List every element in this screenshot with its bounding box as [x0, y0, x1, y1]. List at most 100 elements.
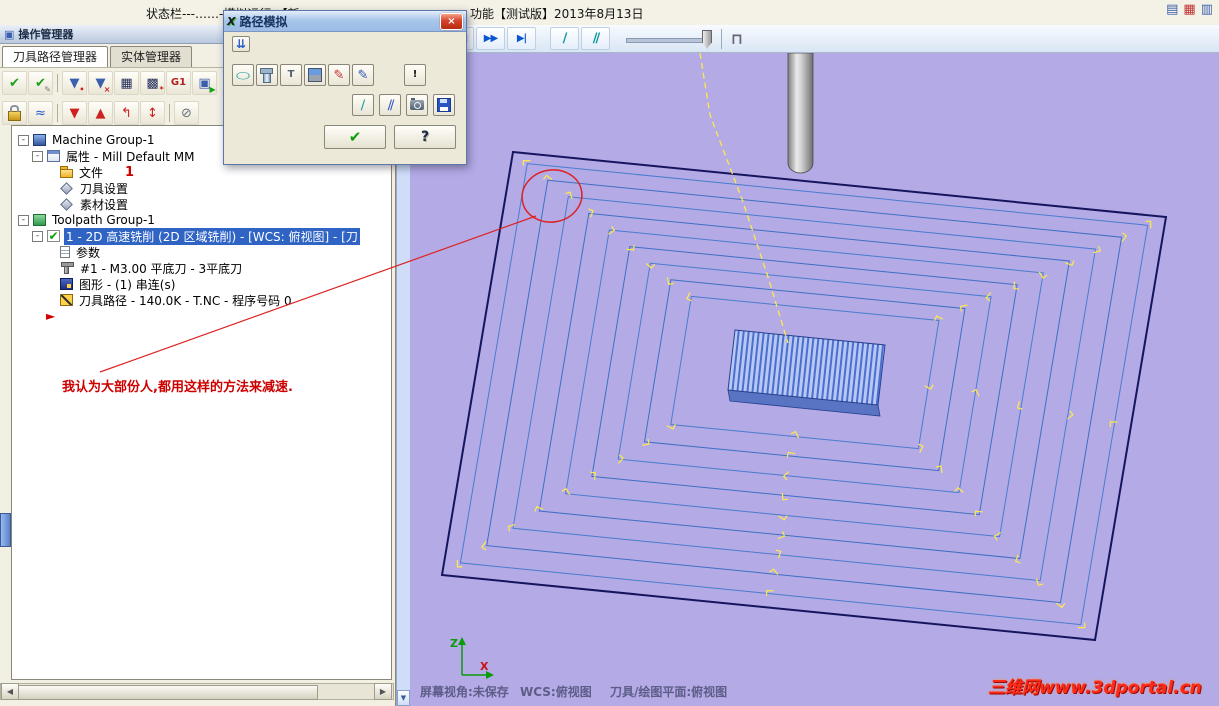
toggle-display-icon: ≈ [35, 105, 46, 121]
filter-off-button[interactable]: ▼ × [88, 71, 113, 95]
graphics-area: |◀◀◀▶▶▶| ∕∕∕ ⊓ [410, 25, 1219, 706]
horizontal-scroll-thumb[interactable] [18, 685, 318, 700]
regen-all-icon: ▩ * [146, 75, 164, 94]
tree-item-parameters[interactable]: 参数 [12, 244, 391, 260]
move-up-icon: ▲ [95, 105, 106, 121]
trace-mode-icon: ✎ [333, 67, 345, 83]
play-button[interactable]: ▶▶ [476, 27, 505, 50]
tree-label: 文件 [79, 165, 104, 180]
slash-display-button[interactable]: ∕ [352, 94, 374, 116]
retract-mark [1093, 245, 1101, 254]
scroll-left-icon[interactable]: ◀ [1, 683, 19, 700]
window-layout-icon[interactable]: ▥ [1201, 3, 1213, 16]
tree-expander-icon[interactable]: - [18, 214, 29, 226]
tree-item-tool[interactable]: #1 - M3.00 平底刀 - 3平底刀 [12, 260, 391, 276]
tree-item-tool-settings[interactable]: 刀具设置 [12, 180, 391, 196]
clamp-icon[interactable]: ⊓ [731, 30, 743, 48]
speed-slider[interactable] [626, 29, 712, 49]
help-button[interactable]: ? [394, 125, 456, 149]
regen-selected-button[interactable]: ▦ [114, 71, 139, 95]
regen-all-button[interactable]: ▩ * [140, 71, 165, 95]
toolpath-group-icon [33, 214, 46, 226]
show-tool-icon [260, 67, 273, 83]
tree-item-stock-settings[interactable]: 素材设置 [12, 196, 391, 212]
show-rapid-button[interactable] [304, 64, 326, 86]
tree-expander-icon[interactable]: - [18, 134, 29, 146]
separator [169, 104, 170, 122]
window-grid-icon[interactable]: ▤ [1166, 3, 1178, 16]
tool-settings-icon [60, 182, 73, 195]
slider-thumb[interactable] [702, 29, 712, 49]
tree-expander-icon[interactable]: - [32, 150, 43, 162]
expand-options-button[interactable]: ⇊ [232, 36, 250, 52]
filter-off-icon-badge: × [103, 84, 111, 94]
select-all-button[interactable]: ✔ [2, 71, 27, 95]
insert-return-button[interactable]: ↰ [114, 101, 139, 125]
stock-settings-icon [60, 198, 73, 211]
tree-label: #1 - M3.00 平底刀 - 3平底刀 [80, 261, 243, 276]
axis-gnomon: Z X [450, 637, 494, 679]
tree-item-geometry[interactable]: 图形 - (1) 串连(s) [12, 276, 391, 292]
lock-icon [8, 105, 21, 121]
toggle-display-button[interactable]: ≈ [28, 101, 53, 125]
go-end-button[interactable]: ▶| [507, 27, 536, 50]
toolpath-viewport[interactable]: Z X 屏幕视角:未保存 WCS:俯视图 刀具/绘图平面:俯视图 三维网www.… [410, 53, 1219, 706]
filter-off-icon: ▼ × [95, 75, 111, 94]
loop-mode-icon: ◯ [235, 70, 251, 80]
show-holder-button[interactable]: T [280, 64, 302, 86]
tree-label: Toolpath Group-1 [52, 213, 155, 227]
details-button[interactable]: ! [404, 64, 426, 86]
draw-mode-button[interactable]: ✎ [352, 64, 374, 86]
tree-item-toolpath-group[interactable]: - Toolpath Group-1 [12, 212, 391, 228]
tree-item-toolpath[interactable]: 刀具路径 - 140.0K - T.NC - 程序号码 0 [12, 292, 391, 308]
trace-mode-button[interactable]: ✎ [328, 64, 350, 86]
watermark: 三维网www.3dportal.cn [988, 678, 1202, 698]
status-plane: 刀具/绘图平面:俯视图 [610, 685, 728, 699]
hatch-display-icon: ∕∕ [387, 97, 395, 113]
viewport-canvas: Z X [440, 53, 1168, 679]
scroll-down-icon[interactable]: ▼ [397, 690, 410, 706]
hatch-display-button[interactable]: ∕∕ [379, 94, 401, 116]
lock-button[interactable] [2, 101, 27, 125]
snapshot-button[interactable] [406, 94, 428, 116]
tree-item-operation-1[interactable]: - ✔ 1 - 2D 高速铣削 (2D 区域铣削) - [WCS: 俯视图] - [… [12, 227, 391, 245]
no-display-button[interactable]: ⊘ [174, 101, 199, 125]
tab-toolpath-manager[interactable]: 刀具路径管理器 [2, 46, 109, 67]
toolpath-file-icon [60, 294, 73, 306]
scroll-insert-button[interactable]: ↕ [140, 101, 165, 125]
scroll-right-icon[interactable]: ▶ [374, 683, 392, 700]
chevron-double-down-icon: ⇊ [235, 37, 247, 51]
docked-panel-tab[interactable] [0, 513, 11, 547]
tree-label: 属性 - Mill Default MM [66, 149, 195, 164]
tab-solids-manager[interactable]: 实体管理器 [110, 46, 193, 67]
tree-item-insert-position[interactable]: ► [12, 308, 391, 324]
horizontal-scrollbar[interactable]: ◀ ▶ [0, 683, 394, 700]
tree-label: 素材设置 [80, 197, 129, 212]
show-tool-button[interactable] [256, 64, 278, 86]
verify-button[interactable]: ▣ ▶ [192, 71, 217, 95]
backplot-hatch-button[interactable]: ∕∕ [581, 27, 610, 50]
select-edit-button[interactable]: ✔ ✎ [28, 71, 53, 95]
backplot-slash-icon: ∕ [562, 31, 568, 46]
move-down-button[interactable]: ▼ [62, 101, 87, 125]
geometry-icon [60, 278, 73, 290]
loop-mode-button[interactable]: ◯ [232, 64, 254, 86]
rapid-move-path [699, 53, 789, 344]
g1-post-button[interactable]: G1 [166, 71, 191, 95]
dialog-body: ⇊ ◯ T ✎ ✎! ∕ ∕∕ ✔ ? [224, 32, 466, 153]
window-split-icon[interactable]: ▦ [1183, 3, 1195, 16]
dialog-titlebar[interactable]: X 路径模拟 × [224, 11, 466, 32]
move-up-button[interactable]: ▲ [88, 101, 113, 125]
tree-expander-icon[interactable]: - [32, 230, 43, 242]
filter-button[interactable]: ▼ • [62, 71, 87, 95]
tree-item-files[interactable]: 文件 1 [12, 164, 391, 180]
verify-icon-badge: ▶ [209, 84, 216, 94]
insert-position-icon: ► [46, 309, 56, 323]
tree-label: 刀具设置 [80, 181, 129, 196]
tree-label: 刀具路径 - 140.0K - T.NC - 程序号码 0 [79, 293, 292, 308]
backplot-slash-button[interactable]: ∕ [550, 27, 579, 50]
close-button[interactable]: × [440, 12, 463, 30]
ok-button[interactable]: ✔ [324, 125, 386, 149]
tree-label: 参数 [76, 245, 101, 260]
save-path-button[interactable] [433, 94, 455, 116]
